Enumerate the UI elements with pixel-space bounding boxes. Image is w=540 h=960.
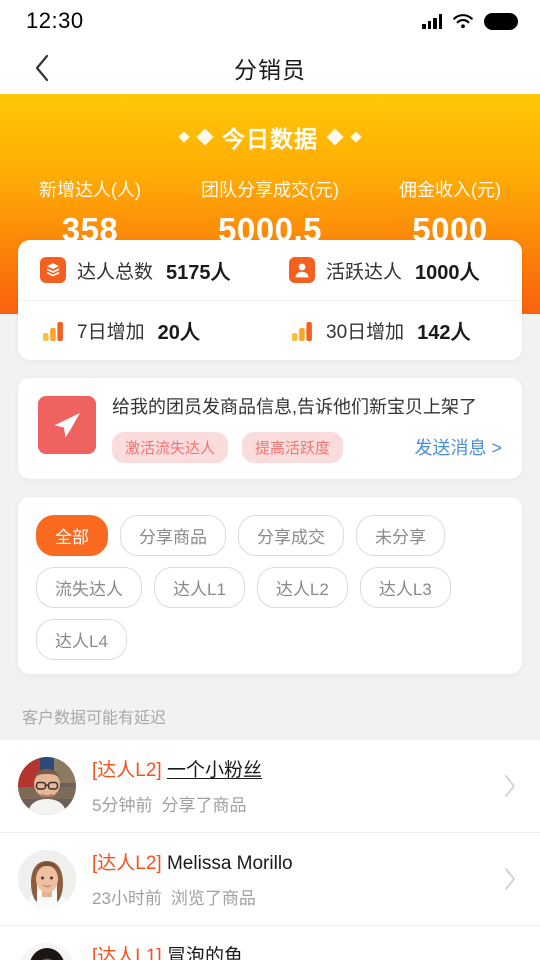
- filter-chip-talent-l2[interactable]: 达人L2: [256, 566, 348, 608]
- hero-stat-label: 团队分享成交(元): [201, 180, 339, 200]
- list-item[interactable]: [达人L1] 冒泡的鱼 昨天分享商品成交订单+1: [0, 925, 540, 960]
- stat-value: 142人: [417, 322, 471, 344]
- wifi-icon: [452, 13, 474, 29]
- list-item-title: [达人L2] 一个小粉丝: [92, 755, 492, 782]
- list-item[interactable]: [达人L2] 一个小粉丝 5分钟前 分享了商品: [0, 739, 540, 833]
- list-item-name: 一个小粉丝: [166, 760, 262, 781]
- stat-label: 活跃达人: [326, 261, 403, 283]
- avatar: [18, 756, 76, 815]
- status-bar: 12:30: [0, 0, 540, 42]
- list-item-time: 5分钟前: [92, 796, 153, 815]
- message-tag: 激活流失达人: [112, 431, 229, 463]
- list-item-level: [达人L2]: [92, 853, 162, 874]
- stat-active-talents[interactable]: 活跃达人 1000人: [273, 256, 522, 285]
- hero-stat-commission-income: 佣金收入(元) 5000: [360, 176, 540, 249]
- data-delay-note: 客户数据可能有延迟: [22, 709, 167, 727]
- stat-total-talents[interactable]: 达人总数 5175人: [18, 256, 273, 285]
- stat-value: 1000人: [415, 261, 480, 284]
- stat-label: 达人总数: [77, 261, 154, 283]
- message-tag: 提高活跃度: [242, 431, 344, 463]
- list-item-name: 冒泡的鱼: [166, 946, 243, 960]
- diamond-decoration-icon: [326, 128, 344, 146]
- hero-title-row: 今日数据: [0, 120, 540, 154]
- list-item-action: 浏览了商品: [170, 889, 256, 908]
- filter-chip-lost-talents[interactable]: 流失达人: [36, 566, 142, 608]
- filter-chip-share-product[interactable]: 分享商品: [120, 514, 226, 556]
- list-item-body: [达人L2] Melissa Morillo 23小时前 浏览了商品: [92, 848, 492, 909]
- filter-chip-share-deal[interactable]: 分享成交: [238, 514, 344, 556]
- filter-chip-talent-l3[interactable]: 达人L3: [359, 566, 451, 608]
- list-item-name: Melissa Morillo: [166, 853, 293, 874]
- stats-row: 7日增加 20人 30日增加 142人: [18, 300, 522, 360]
- stat-7day-increase[interactable]: 7日增加 20人: [18, 316, 273, 345]
- stat-label: 7日增加: [77, 322, 145, 343]
- chevron-right-icon[interactable]: [502, 773, 518, 799]
- list-item-subtitle: 23小时前 浏览了商品: [92, 884, 492, 909]
- send-message-link[interactable]: 发送消息 >: [414, 434, 502, 460]
- stat-value: 20人: [157, 322, 200, 344]
- hero-stat-team-share-sales: 团队分享成交(元) 5000.5: [180, 176, 360, 249]
- activity-list: [达人L2] 一个小粉丝 5分钟前 分享了商品 [达人L2] Melissa M…: [0, 739, 540, 960]
- filter-chips-card: 全部 分享商品 分享成交 未分享 流失达人 达人L1 达人L2 达人L3 达人L…: [18, 496, 522, 674]
- list-item-body: [达人L1] 冒泡的鱼 昨天分享商品成交订单+1: [92, 941, 492, 960]
- list-item-action: 分享了商品: [161, 796, 247, 815]
- list-item-level: [达人L1]: [92, 946, 162, 960]
- paper-plane-icon: [38, 396, 96, 454]
- filter-chip-all[interactable]: 全部: [36, 514, 108, 556]
- send-message-card[interactable]: 给我的团员发商品信息,告诉他们新宝贝上架了 激活流失达人 提高活跃度 发送消息 …: [18, 378, 522, 479]
- send-message-body: 给我的团员发商品信息,告诉他们新宝贝上架了 激活流失达人 提高活跃度 发送消息 …: [112, 396, 502, 463]
- hero-stat-label: 新增达人(人): [39, 180, 141, 200]
- avatar: [18, 849, 76, 908]
- phone-screen: 12:30 分销员 今日数据 新增达人(人) 358 团队分享成交(元) 500…: [0, 0, 540, 960]
- avatar: [18, 942, 76, 960]
- battery-icon: [484, 12, 518, 30]
- filter-chip-group: 全部 分享商品 分享成交 未分享 流失达人 达人L1 达人L2 达人L3 达人L…: [36, 514, 504, 660]
- hero-stat-label: 佣金收入(元): [399, 180, 501, 200]
- status-time: 12:30: [26, 8, 84, 33]
- diamond-decoration-icon: [178, 131, 190, 143]
- hero-title: 今日数据: [222, 126, 318, 152]
- list-item-subtitle: 5分钟前 分享了商品: [92, 791, 492, 816]
- cellular-signal-icon: [422, 13, 442, 29]
- list-item-title: [达人L1] 冒泡的鱼: [92, 941, 492, 960]
- content-area: 达人总数 5175人 活跃达人 1000人 7日增加 20人 30日增加 142…: [0, 240, 540, 674]
- filter-chip-not-shared[interactable]: 未分享: [356, 514, 445, 556]
- page-title: 分销员: [234, 57, 306, 83]
- bar-chart-icon: [289, 318, 315, 344]
- diamond-decoration-icon: [350, 131, 362, 143]
- stat-label: 30日增加: [326, 322, 405, 343]
- stat-30day-increase[interactable]: 30日增加 142人: [273, 316, 522, 345]
- list-item-time: 23小时前: [92, 889, 162, 908]
- send-message-text: 给我的团员发商品信息,告诉他们新宝贝上架了: [112, 397, 477, 417]
- layers-icon: [40, 257, 66, 283]
- user-icon: [289, 257, 315, 283]
- status-icons: [422, 12, 518, 30]
- list-item-body: [达人L2] 一个小粉丝 5分钟前 分享了商品: [92, 755, 492, 816]
- bar-chart-icon: [40, 318, 66, 344]
- stats-summary-card: 达人总数 5175人 活跃达人 1000人 7日增加 20人 30日增加 142…: [18, 240, 522, 360]
- list-item-title: [达人L2] Melissa Morillo: [92, 848, 492, 875]
- chevron-right-icon[interactable]: [502, 866, 518, 892]
- nav-bar: 分销员: [0, 42, 540, 94]
- send-message-footer: 激活流失达人 提高活跃度 发送消息 >: [112, 431, 502, 463]
- list-item[interactable]: [达人L2] Melissa Morillo 23小时前 浏览了商品: [0, 832, 540, 926]
- list-item-level: [达人L2]: [92, 760, 162, 781]
- chevron-left-icon: [33, 53, 51, 83]
- back-button[interactable]: [20, 42, 64, 94]
- filter-chip-talent-l1[interactable]: 达人L1: [154, 566, 245, 608]
- filter-chip-talent-l4[interactable]: 达人L4: [36, 618, 127, 660]
- hero-stat-new-talents: 新增达人(人) 358: [0, 176, 180, 249]
- stat-value: 5175人: [166, 261, 231, 284]
- hero-stats: 新增达人(人) 358 团队分享成交(元) 5000.5 佣金收入(元) 500…: [0, 176, 540, 249]
- stats-row: 达人总数 5175人 活跃达人 1000人: [18, 240, 522, 300]
- diamond-decoration-icon: [196, 128, 214, 146]
